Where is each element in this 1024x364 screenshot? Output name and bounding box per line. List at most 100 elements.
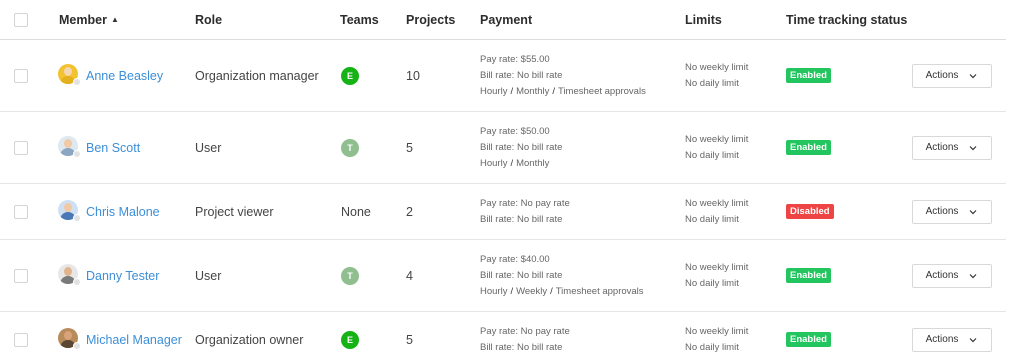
actions-label[interactable]: Actions <box>926 206 959 217</box>
row-checkbox[interactable] <box>14 140 28 155</box>
status-cell: Enabled <box>786 240 831 311</box>
member-column-header[interactable]: Member ▲ <box>59 0 119 39</box>
avatar <box>58 199 82 224</box>
role-column-header: Role <box>195 0 222 39</box>
link-separator: / <box>510 157 514 169</box>
limits-cell: No weekly limit No daily limit <box>685 240 748 311</box>
member-name-link[interactable]: Michael Manager <box>86 333 182 347</box>
role-cell: Organization manager <box>195 40 319 111</box>
status-header-label: Time tracking status <box>786 12 908 27</box>
teams-cell: T <box>341 240 359 311</box>
projects-count: 2 <box>406 204 413 219</box>
pay-rate: Pay rate: $40.00 <box>480 253 550 265</box>
status-cell: Disabled <box>786 184 834 239</box>
payment-link[interactable]: Monthly <box>516 86 549 97</box>
pay-rate: Pay rate: $55.00 <box>480 53 550 65</box>
role-header-label: Role <box>195 12 223 27</box>
members-table: Member ▲ Role Teams Projects Payment Lim… <box>0 0 1024 364</box>
payment-link[interactable]: Timesheet approvals <box>558 86 646 97</box>
payment-links: Hourly / Weekly / Timesheet approvals <box>480 284 644 300</box>
team-badge[interactable]: T <box>341 138 359 157</box>
member-name-link[interactable]: Ben Scott <box>86 141 140 155</box>
payment-link[interactable]: Hourly <box>480 86 507 97</box>
row-checkbox-cell <box>14 112 28 183</box>
row-checkbox[interactable] <box>14 68 28 83</box>
member-name-link[interactable]: Anne Beasley <box>86 69 163 83</box>
sort-ascending-icon[interactable]: ▲ <box>111 15 119 24</box>
actions-label[interactable]: Actions <box>926 270 959 281</box>
actions-button[interactable]: Actions <box>912 63 992 88</box>
link-separator: / <box>510 85 514 97</box>
payment-column-header: Payment <box>480 0 532 39</box>
actions-label[interactable]: Actions <box>926 70 959 81</box>
projects-count: 5 <box>406 332 413 347</box>
member-name-link[interactable]: Danny Tester <box>86 269 159 283</box>
table-row: Michael Manager Organization owner E 5 P… <box>0 312 1006 364</box>
link-separator: / <box>550 285 553 297</box>
payment-links: Hourly / Monthly / Timesheet approvals <box>480 84 646 100</box>
avatar-head <box>64 66 72 76</box>
member-cell: Michael Manager <box>58 312 182 364</box>
role-cell: User <box>195 112 221 183</box>
select-all-checkbox[interactable] <box>14 12 28 27</box>
actions-label[interactable]: Actions <box>926 334 959 345</box>
avatar-head <box>64 330 72 340</box>
team-badge[interactable]: E <box>341 330 359 349</box>
role-label: User <box>195 140 222 155</box>
actions-button[interactable]: Actions <box>912 135 992 160</box>
table-row: Anne Beasley Organization manager E 10 P… <box>0 40 1006 112</box>
actions-cell: Actions <box>912 40 992 111</box>
actions-label[interactable]: Actions <box>926 142 959 153</box>
member-header-label[interactable]: Member <box>59 13 107 27</box>
row-checkbox[interactable] <box>14 268 28 283</box>
role-cell: User <box>195 240 221 311</box>
actions-button[interactable]: Actions <box>912 263 992 288</box>
team-badge[interactable]: T <box>341 266 359 285</box>
status-cell: Enabled <box>786 40 831 111</box>
daily-limit: No daily limit <box>685 77 739 89</box>
status-badge: Enabled <box>786 140 831 155</box>
status-cell: Enabled <box>786 112 831 183</box>
member-name-link[interactable]: Chris Malone <box>86 205 160 219</box>
team-badge[interactable]: E <box>341 66 359 85</box>
projects-header-label: Projects <box>406 12 456 27</box>
chevron-down-icon[interactable] <box>968 207 978 217</box>
limits-column-header: Limits <box>685 0 722 39</box>
chevron-down-icon[interactable] <box>968 71 978 81</box>
weekly-limit: No weekly limit <box>685 325 749 337</box>
projects-cell: 10 <box>406 40 420 111</box>
actions-cell: Actions <box>912 312 992 364</box>
pay-rate: Pay rate: No pay rate <box>480 325 570 337</box>
daily-limit: No daily limit <box>685 341 739 353</box>
payment-link[interactable]: Timesheet approvals <box>556 286 644 297</box>
payment-link[interactable]: Hourly <box>480 158 507 169</box>
member-cell: Anne Beasley <box>58 40 163 111</box>
row-checkbox[interactable] <box>14 204 28 219</box>
teams-cell: T <box>341 112 359 183</box>
chevron-down-icon[interactable] <box>968 143 978 153</box>
row-checkbox-cell <box>14 184 28 239</box>
limits-header-label: Limits <box>685 12 722 27</box>
teams-cell: E <box>341 40 359 111</box>
payment-cell: Pay rate: No pay rate Bill rate: No bill… <box>480 312 570 364</box>
status-badge: Enabled <box>786 268 831 283</box>
row-checkbox[interactable] <box>14 332 28 347</box>
daily-limit: No daily limit <box>685 277 739 289</box>
bill-rate: Bill rate: No bill rate <box>480 141 563 153</box>
chevron-down-icon[interactable] <box>968 271 978 281</box>
actions-button[interactable]: Actions <box>912 199 992 224</box>
avatar-head <box>64 138 72 148</box>
weekly-limit: No weekly limit <box>685 61 749 73</box>
bill-rate: Bill rate: No bill rate <box>480 269 563 281</box>
payment-link[interactable]: Monthly <box>516 158 549 169</box>
payment-link[interactable]: Weekly <box>516 286 547 297</box>
member-cell: Chris Malone <box>58 184 160 239</box>
chevron-down-icon[interactable] <box>968 335 978 345</box>
actions-button[interactable]: Actions <box>912 327 992 352</box>
payment-link[interactable]: Hourly <box>480 286 507 297</box>
actions-cell: Actions <box>912 112 992 183</box>
teams-column-header: Teams <box>340 0 379 39</box>
projects-cell: 2 <box>406 184 413 239</box>
projects-column-header: Projects <box>406 0 455 39</box>
teams-cell: E <box>341 312 359 364</box>
